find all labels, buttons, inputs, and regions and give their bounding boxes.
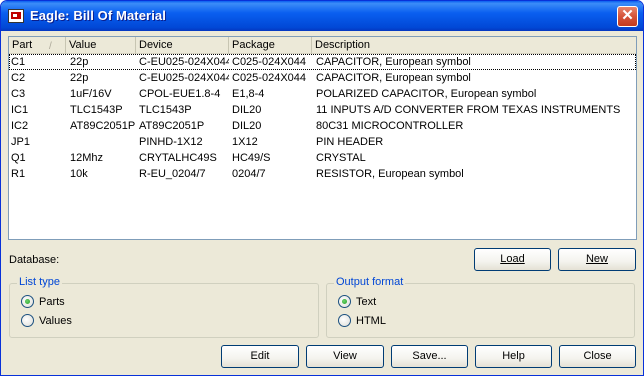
eagle-app-icon [8,9,24,23]
radio-parts[interactable]: Parts [21,295,141,309]
close-button[interactable]: Close [559,345,636,368]
save-button[interactable]: Save... [391,345,468,368]
radio-unchecked-icon[interactable] [338,314,351,327]
column-header-description[interactable]: Description [312,37,636,54]
output-format-title: Output format [334,276,406,288]
load-button[interactable]: Load [474,248,551,271]
radio-text-label: Text [356,296,377,308]
radio-values[interactable]: Values [21,314,141,328]
radio-html[interactable]: HTML [338,314,458,328]
list-type-group: List type Parts Values [9,276,319,338]
output-format-group: Output format Text HTML [326,276,635,338]
table-row[interactable]: IC1 TLC1543P TLC1543P DIL20 11 INPUTS A/… [9,102,636,118]
table-row[interactable]: C2 22p C-EU025-024X044 C025-024X044 CAPA… [9,70,636,86]
radio-text[interactable]: Text [338,295,458,309]
table-row[interactable]: Q1 12Mhz CRYTALHC49S HC49/S CRYSTAL [9,150,636,166]
table-row[interactable]: IC2 AT89C2051P AT89C2051P DIL20 80C31 MI… [9,118,636,134]
new-button[interactable]: New [558,248,636,271]
table-row[interactable]: R1 10k R-EU_0204/7 0204/7 RESISTOR, Euro… [9,166,636,182]
help-button[interactable]: Help [475,345,552,368]
table-row[interactable]: JP1 PINHD-1X12 1X12 PIN HEADER [9,134,636,150]
window-close-button[interactable]: ✕ [617,6,638,27]
radio-unchecked-icon[interactable] [21,314,34,327]
bom-dialog-window: Eagle: Bill Of Material ✕ Part / Value D… [0,0,644,376]
table-row[interactable]: C3 1uF/16V CPOL-EUE1.8-4 E1,8-4 POLARIZE… [9,86,636,102]
radio-html-label: HTML [356,315,386,327]
column-header-device[interactable]: Device [136,37,229,54]
view-button[interactable]: View [306,345,384,368]
list-type-title: List type [17,276,62,288]
radio-checked-icon[interactable] [338,295,351,308]
radio-checked-icon[interactable] [21,295,34,308]
column-header-package[interactable]: Package [229,37,312,54]
window-title: Eagle: Bill Of Material [30,8,166,23]
radio-values-label: Values [39,315,72,327]
list-header: Part / Value Device Package Description [9,37,636,54]
table-row[interactable]: C1 22p C-EU025-024X044 C025-024X044 CAPA… [9,54,636,70]
column-header-value[interactable]: Value [66,37,136,54]
column-header-part[interactable]: Part / [9,37,66,54]
title-bar[interactable]: Eagle: Bill Of Material ✕ [1,1,643,31]
edit-button[interactable]: Edit [221,345,299,368]
radio-parts-label: Parts [39,296,65,308]
bom-list[interactable]: Part / Value Device Package Description … [8,36,637,240]
sort-indicator-icon: / [49,41,52,52]
database-label: Database: [9,254,60,266]
